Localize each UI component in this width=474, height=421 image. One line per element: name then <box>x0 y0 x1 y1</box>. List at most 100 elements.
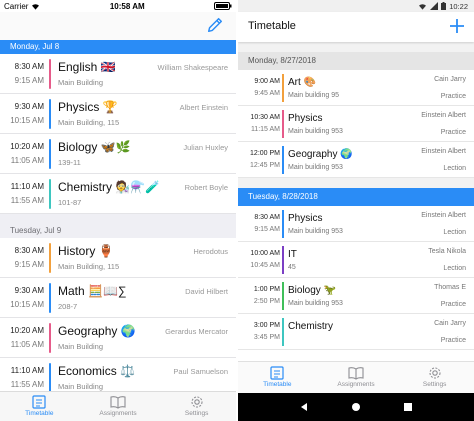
end-time: 10:15 AM <box>10 116 44 125</box>
timetable-icon <box>270 366 284 380</box>
subject-color-bar <box>49 99 51 129</box>
add-plus-icon[interactable] <box>448 17 466 35</box>
teacher-name: Tesla Nikola <box>428 248 466 255</box>
end-time: 9:15 AM <box>14 76 44 85</box>
lesson-row[interactable]: 11:10 AM 11:55 AM Chemistry 🧑‍🔬⚗️🧪 Robert B… <box>0 174 236 214</box>
room-label: Main building 953 <box>288 164 343 171</box>
lesson-row[interactable]: 8:30 AM 9:15 AM Physics Einstein Albert Main… <box>238 206 474 242</box>
start-time: 11:10 AM <box>10 182 44 191</box>
subject-color-bar <box>49 59 51 89</box>
edit-pencil-icon[interactable] <box>206 16 224 34</box>
lesson-row[interactable]: 10:20 AM 11:05 AM Biology 🦋🌿 Julian Huxley 1… <box>0 134 236 174</box>
teacher-name: Cain Jarry <box>434 320 466 327</box>
tab-label: Settings <box>422 381 447 388</box>
tab-timetable[interactable]: Timetable <box>0 392 79 421</box>
lesson-row[interactable]: 10:00 AM 10:45 AM IT Tesla Nikola 45 Lection <box>238 242 474 278</box>
room-label: Main Building, 115 <box>58 118 120 127</box>
start-time: 8:30 AM <box>14 246 44 255</box>
teacher-name: Cain Jarry <box>434 76 466 83</box>
lesson-row[interactable]: 8:30 AM 9:15 AM English 🇬🇧 William Shakespe… <box>0 54 236 94</box>
teacher-name: Herodotus <box>193 247 228 256</box>
lesson-row[interactable]: 10:20 AM 11:05 AM Geography 🌍 Gerardus Merc… <box>0 318 236 358</box>
timetable-icon <box>32 395 46 409</box>
subject-name: IT <box>288 249 297 260</box>
room-label: Main building 953 <box>288 300 343 307</box>
room-label: Main building 953 <box>288 128 343 135</box>
recents-icon[interactable] <box>403 402 413 412</box>
wifi-icon <box>32 3 40 10</box>
room-label: 139-11 <box>58 158 81 167</box>
start-time: 9:30 AM <box>14 286 44 295</box>
room-label: Main Building, 115 <box>58 262 120 271</box>
home-icon[interactable] <box>351 402 361 412</box>
start-time: 11:10 AM <box>10 366 44 375</box>
tab-assignments[interactable]: Assignments <box>79 392 158 421</box>
end-time: 11:05 AM <box>10 340 44 349</box>
subject-name: Physics <box>288 213 323 224</box>
subject-color-bar <box>282 318 284 346</box>
subject-name: Physics 🏆 <box>58 100 118 114</box>
end-time: 9:45 AM <box>254 90 280 97</box>
lesson-row[interactable]: 9:30 AM 10:15 AM Physics 🏆 Albert Einstein M… <box>0 94 236 134</box>
subject-name: Chemistry <box>288 321 334 332</box>
subject-color-bar <box>282 282 284 310</box>
subject-name: History 🏺 <box>58 244 114 258</box>
start-time: 8:30 AM <box>254 214 280 221</box>
start-time: 10:20 AM <box>10 326 44 335</box>
lesson-type: Lection <box>443 265 466 272</box>
subject-name: Economics ⚖️ <box>58 364 135 378</box>
subject-name: Biology 🦖 <box>288 285 337 296</box>
lesson-row[interactable]: 1:00 PM 2:50 PM Biology 🦖 Thomas E Main buil… <box>238 278 474 314</box>
lesson-type: Practice <box>440 129 466 136</box>
subject-color-bar <box>282 246 284 274</box>
start-time: 12:00 PM <box>250 150 280 157</box>
lesson-row[interactable]: 10:30 AM 11:15 AM Physics Einstein Albert Ma… <box>238 106 474 142</box>
ios-screen: Carrier 10:58 AM Monday, Jul 8 8:30 AM 9:1… <box>0 0 236 421</box>
start-time: 8:30 AM <box>14 62 44 71</box>
tab-label: Settings <box>184 410 209 417</box>
back-icon[interactable] <box>299 402 309 412</box>
end-time: 11:05 AM <box>10 156 44 165</box>
room-label: Main building 95 <box>288 92 339 99</box>
subject-color-bar <box>49 363 51 393</box>
lesson-row[interactable]: 3:00 PM 3:45 PM Chemistry Cain Jarry Practic… <box>238 314 474 350</box>
room-label: Main building 953 <box>288 228 343 235</box>
android-tab-bar: Timetable Assignments Settings <box>238 361 474 393</box>
gear-icon <box>429 367 441 379</box>
start-time: 10:20 AM <box>10 142 44 151</box>
tab-settings[interactable]: Settings <box>157 392 236 421</box>
tab-settings[interactable]: Settings <box>395 362 474 393</box>
teacher-name: Einstein Albert <box>421 112 466 119</box>
lesson-row[interactable]: 8:30 AM 9:15 AM History 🏺 Herodotus Main Bui… <box>0 238 236 278</box>
teacher-name: William Shakespeare <box>157 63 228 72</box>
lesson-row[interactable]: 9:30 AM 10:15 AM Math 🧮📖∑ David Hilbert 208-… <box>0 278 236 318</box>
subject-color-bar <box>49 139 51 169</box>
room-label: 45 <box>288 264 296 271</box>
carrier-label: Carrier <box>4 1 29 11</box>
tab-assignments[interactable]: Assignments <box>317 362 396 393</box>
subject-color-bar <box>49 283 51 313</box>
end-time: 3:45 PM <box>253 334 280 341</box>
room-label: Main Building <box>58 382 104 391</box>
lesson-type: Practice <box>440 301 466 308</box>
start-time: 9:00 AM <box>254 78 280 85</box>
tab-timetable[interactable]: Timetable <box>238 362 317 393</box>
ios-tab-bar: Timetable Assignments Settings <box>0 391 236 421</box>
android-timetable-list[interactable]: Monday, 8/27/2018 9:00 AM 9:45 AM Art 🎨 Cain… <box>238 42 474 350</box>
subject-name: English 🇬🇧 <box>58 60 116 74</box>
ios-timetable-list[interactable]: Monday, Jul 8 8:30 AM 9:15 AM English 🇬🇧 Wil… <box>0 40 236 398</box>
teacher-name: Thomas E <box>434 284 466 291</box>
subject-name: Chemistry 🧑‍🔬⚗️🧪 <box>58 180 161 194</box>
lesson-type: Lection <box>443 229 466 236</box>
subject-color-bar <box>49 323 51 353</box>
page-title: Timetable <box>248 20 296 32</box>
teacher-name: David Hilbert <box>185 287 228 296</box>
end-time: 11:55 AM <box>10 380 44 389</box>
lesson-row[interactable]: 9:00 AM 9:45 AM Art 🎨 Cain Jarry Main buildi… <box>238 70 474 106</box>
subject-name: Geography 🌍 <box>288 149 353 160</box>
ios-nav-bar <box>0 12 236 40</box>
lesson-row[interactable]: 12:00 PM 12:45 PM Geography 🌍 Einstein Albe… <box>238 142 474 178</box>
android-status-bar: 10:22 <box>238 0 474 12</box>
start-time: 10:30 AM <box>250 114 280 121</box>
book-icon <box>348 367 364 380</box>
